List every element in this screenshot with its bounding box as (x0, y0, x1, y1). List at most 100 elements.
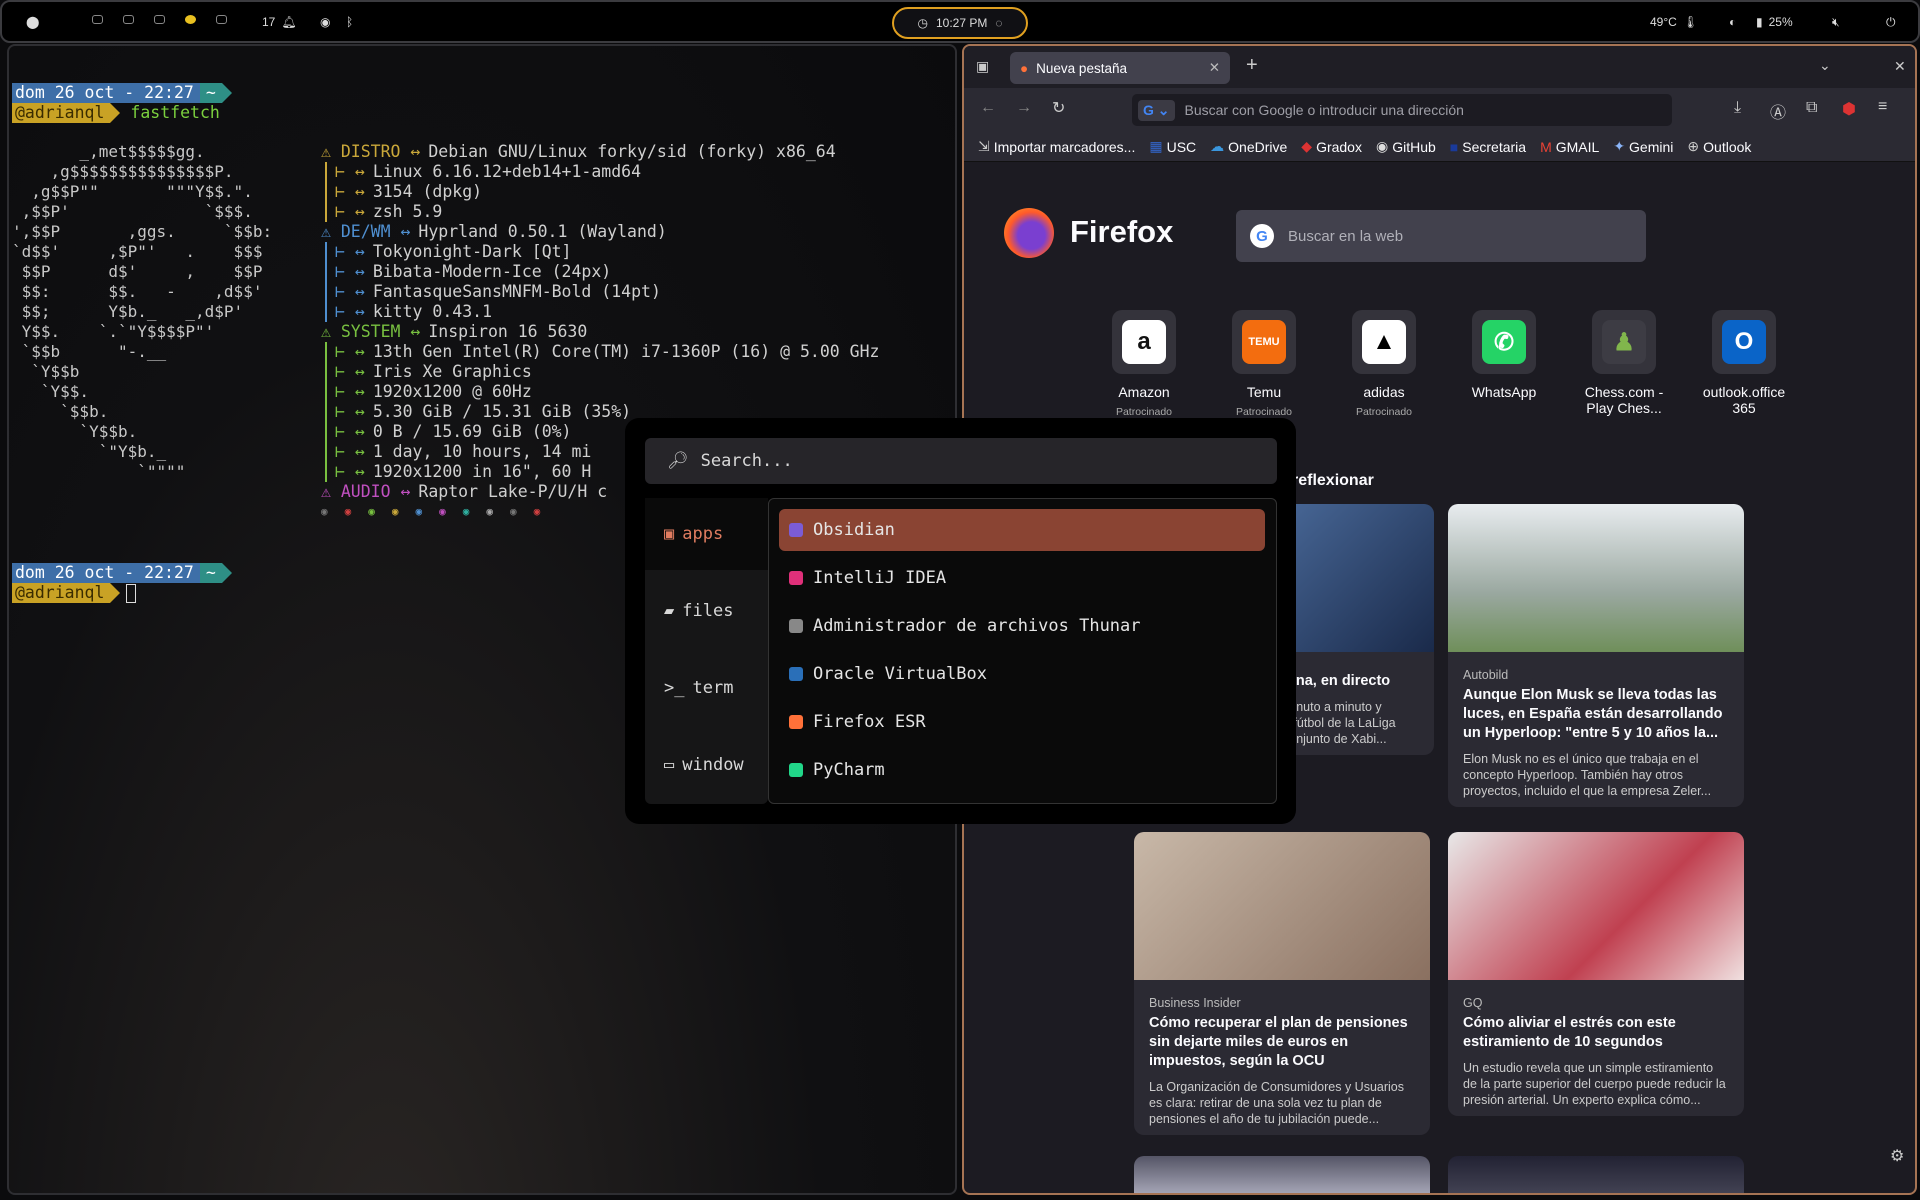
fastfetch-key: ⊢ ↔ (335, 462, 365, 481)
amazon-icon: a (1112, 310, 1176, 374)
bell-icon[interactable]: 🔔︎ (281, 15, 296, 29)
workspace-5[interactable] (216, 15, 227, 24)
app-item-obsidian[interactable]: Obsidian (779, 509, 1265, 551)
workspace-1[interactable] (92, 15, 103, 24)
category-apps[interactable]: ▣ apps (645, 498, 768, 570)
workspaces[interactable] (92, 15, 241, 24)
story-source: GQ (1463, 996, 1483, 1010)
bookmark-usc[interactable]: ▦ USC (1149, 138, 1196, 155)
prompt-date: dom 26 oct - 22:27 (12, 563, 200, 583)
category-files[interactable]: ▰ files (645, 575, 768, 647)
workspace-active[interactable] (185, 15, 196, 24)
bookmark-icon: ⇲ (978, 138, 990, 154)
forward-icon[interactable]: → (1016, 99, 1032, 117)
app-item-oracle-virtualbox[interactable]: Oracle VirtualBox (779, 653, 1265, 695)
app-name: Obsidian (813, 520, 895, 540)
bluetooth-icon[interactable]: ᛒ (346, 15, 353, 29)
prompt-date: dom 26 oct - 22:27 (12, 83, 200, 103)
app-item-firefox-esr[interactable]: Firefox ESR (779, 701, 1265, 743)
site-glyph: TEMU (1242, 320, 1286, 364)
top-site-adidas[interactable]: ▲ adidas Patrocinado (1334, 310, 1434, 418)
app-item-administrador-de-archivos-thunar[interactable]: Administrador de archivos Thunar (779, 605, 1265, 647)
bookmark-gradox[interactable]: ◆ Gradox (1301, 138, 1362, 155)
prompt-arrow (110, 583, 121, 603)
category-label: window (682, 755, 744, 775)
firefoxesr-icon (789, 715, 803, 729)
story-card[interactable]: GQ Cómo aliviar el estrés con este estira… (1448, 832, 1744, 1116)
app-item-pycharm[interactable]: PyCharm (779, 749, 1265, 791)
window-close-icon[interactable]: ✕ (1894, 58, 1906, 75)
url-bar[interactable]: G ⌄ Buscar con Google o introducir una d… (1132, 94, 1672, 126)
tab-list-icon[interactable]: ▣ (976, 58, 989, 75)
gear-icon[interactable]: ⚙ (1890, 1146, 1904, 1166)
workspace-2[interactable] (123, 15, 134, 24)
mute-icon[interactable]: 🔇︎ (1832, 15, 1840, 30)
power-icon[interactable]: ⏻ (1886, 15, 1896, 30)
fastfetch-value: Debian GNU/Linux forky/sid (forky) x86_6… (428, 142, 836, 161)
sponsored-label: Patrocinado (1355, 406, 1413, 418)
bookmark-gemini[interactable]: ✦ Gemini (1613, 138, 1673, 155)
temperature: 49°C (1650, 15, 1677, 29)
close-icon[interactable]: ✕ (1209, 60, 1220, 76)
bookmark-github[interactable]: ◉ GitHub (1376, 138, 1436, 155)
thermometer-icon: 🌡︎ (1682, 15, 1699, 29)
apps-icon: ▣ (664, 524, 675, 544)
story-card[interactable]: Autobild Aunque Elon Musk se lleva todas … (1448, 504, 1744, 807)
top-site-chesscom[interactable]: ♟ Chess.com - Play Ches... (1574, 310, 1674, 416)
extensions-icon[interactable]: ⧉ (1806, 99, 1817, 117)
bookmark-gmail[interactable]: M GMAIL (1540, 139, 1599, 155)
fastfetch-value: Iris Xe Graphics (372, 362, 532, 381)
bookmark-onedrive[interactable]: ☁ OneDrive (1210, 138, 1287, 155)
url-placeholder: Buscar con Google o introducir una direc… (1184, 102, 1464, 118)
top-site-outlookoffice[interactable]: Ooutlook.office 365 (1694, 310, 1794, 416)
launcher-search[interactable]: 🔎︎ Search... (645, 438, 1277, 484)
top-site-temu[interactable]: TEMU Temu Patrocinado (1214, 310, 1314, 418)
bookmark-importarmarcadores[interactable]: ⇲ Importar marcadores... (978, 138, 1135, 155)
outlookoffice-icon: O (1712, 310, 1776, 374)
fastfetch-value: kitty 0.43.1 (372, 302, 493, 321)
bookmark-label: USC (1166, 138, 1197, 155)
chevron-down-icon[interactable]: ⌄ (1819, 57, 1831, 74)
google-icon: G (1250, 224, 1274, 248)
category-term[interactable]: >_ term (645, 652, 768, 724)
account-icon[interactable]: Ⓐ (1770, 99, 1786, 123)
web-search-box[interactable]: G Buscar en la web (1236, 210, 1646, 262)
category-label: apps (682, 524, 724, 544)
fastfetch-key: ⊢ ↔ (335, 302, 365, 321)
eye-off-icon[interactable]: ◌ (995, 16, 1002, 30)
fastfetch-key: ⊢ ↔ (335, 362, 365, 381)
bookmark-label: OneDrive (1228, 138, 1288, 155)
wifi-icon[interactable]: ◉ (320, 15, 330, 29)
top-site-amazon[interactable]: a Amazon Patrocinado (1094, 310, 1194, 418)
battery-icon: ▮ (1756, 15, 1763, 29)
prompt-arrow (221, 563, 232, 583)
launcher-icon[interactable]: ⬤ (26, 15, 39, 29)
story-image-partial[interactable] (1134, 1156, 1430, 1193)
new-tab-button[interactable]: + (1246, 54, 1258, 77)
story-card[interactable]: Business Insider Cómo recuperar el plan d… (1134, 832, 1430, 1135)
fastfetch-line: ⚠ DE/WM ↔ Hyprland 0.50.1 (Wayland) (321, 222, 879, 242)
back-icon[interactable]: ← (980, 99, 996, 117)
tab-new-tab[interactable]: ● Nueva pestaña ✕ (1010, 52, 1230, 84)
bookmark-outlook[interactable]: ⊕ Outlook (1687, 138, 1751, 155)
download-icon[interactable]: ⤓ (1734, 99, 1741, 117)
google-icon[interactable]: G ⌄ (1138, 99, 1175, 121)
sponsored-label: Patrocinado (1235, 406, 1293, 418)
top-site-whatsapp[interactable]: ✆ WhatsApp (1454, 310, 1554, 400)
clock[interactable]: ◷ 10:27 PM ◌ (892, 7, 1028, 39)
firefox-wordmark: Firefox (1070, 214, 1174, 249)
chesscom-icon: ♟ (1592, 310, 1656, 374)
bookmark-secretaria[interactable]: ■ Secretaria (1450, 139, 1526, 155)
menu-icon[interactable]: ≡ (1878, 98, 1887, 116)
half-moon-icon[interactable]: ◐ (1729, 15, 1736, 29)
story-image-partial[interactable] (1448, 1156, 1744, 1193)
app-item-intellij-idea[interactable]: IntelliJ IDEA (779, 557, 1265, 599)
administradordearchivosthunar-icon (789, 619, 803, 633)
story-title: Aunque Elon Musk se lleva todas las luce… (1463, 687, 1723, 741)
fastfetch-key: ⊢ ↔ (335, 162, 365, 181)
workspace-3[interactable] (154, 15, 165, 24)
reload-icon[interactable]: ↻ (1052, 98, 1065, 118)
fastfetch-key: ⊢ ↔ (335, 262, 365, 281)
category-window[interactable]: ▭ window (645, 729, 768, 801)
ublock-icon[interactable]: ⬢ (1842, 99, 1856, 119)
